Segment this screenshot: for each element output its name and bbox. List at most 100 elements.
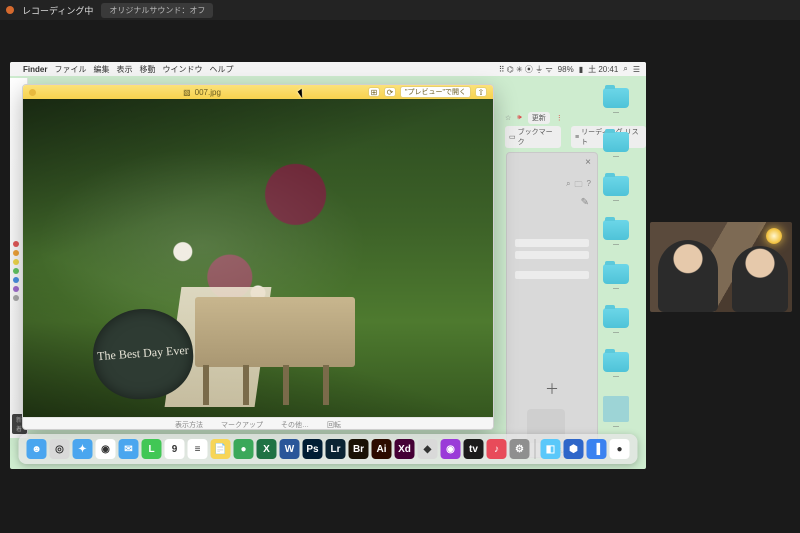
open-with-button[interactable]: "プレビュー"で開く bbox=[400, 86, 471, 98]
webcam-panel[interactable] bbox=[650, 222, 792, 312]
dock-excel-icon[interactable]: X bbox=[257, 439, 277, 459]
tag-green-icon[interactable] bbox=[13, 268, 19, 274]
menu-view[interactable]: 表示 bbox=[116, 64, 132, 75]
footer-item[interactable]: マークアップ bbox=[221, 420, 263, 430]
recording-indicator-icon bbox=[6, 6, 14, 14]
folder-icon bbox=[603, 352, 629, 372]
grid-icon[interactable]: ⊞ bbox=[368, 87, 380, 97]
menu-go[interactable]: 移動 bbox=[139, 64, 155, 75]
dock-dropbox-icon[interactable]: ⬢ bbox=[564, 439, 584, 459]
desktop-folder[interactable]: — bbox=[594, 132, 638, 160]
recording-label: レコーディング中 bbox=[22, 4, 93, 17]
spotlight-icon[interactable]: ⌕ bbox=[623, 64, 627, 74]
dock: ☻◎✦◉✉L9≡📄●XWPsLrBrAiXd◆◉tv♪⚙◧⬢▐● bbox=[19, 434, 638, 464]
search-icon[interactable]: ⌕ bbox=[566, 179, 570, 193]
image-icon: ▧ bbox=[183, 88, 191, 97]
bookmark-tab[interactable]: ▭ ブックマーク bbox=[505, 126, 561, 148]
folder-icon[interactable]: 🗀 bbox=[575, 179, 583, 193]
tag-purple-icon[interactable] bbox=[13, 286, 19, 292]
participant-1 bbox=[658, 240, 718, 312]
speaker-icon[interactable]: 🕪 bbox=[517, 114, 521, 122]
participant-2 bbox=[732, 246, 788, 312]
close-icon[interactable]: × bbox=[585, 157, 591, 168]
help-icon[interactable]: ? bbox=[587, 179, 591, 193]
battery-icon: ▮ bbox=[579, 65, 583, 74]
rotate-icon[interactable]: ⟳ bbox=[384, 87, 396, 97]
dock-launchpad-icon[interactable]: ◎ bbox=[50, 439, 70, 459]
more-icon[interactable]: ⋮ bbox=[556, 114, 563, 122]
folder-icon bbox=[603, 88, 629, 108]
menu-help[interactable]: ヘルプ bbox=[209, 64, 233, 75]
dock-safari-icon[interactable]: ✦ bbox=[73, 439, 93, 459]
control-center-icon[interactable]: ☰ bbox=[633, 65, 640, 74]
dock-finder-icon[interactable]: ☻ bbox=[27, 439, 47, 459]
folder-icon bbox=[603, 308, 629, 328]
menu-file[interactable]: ファイル bbox=[54, 64, 86, 75]
desktop-folder[interactable]: — bbox=[594, 88, 638, 116]
folder-icon bbox=[603, 264, 629, 284]
desktop-folder[interactable]: — bbox=[594, 264, 638, 292]
dock-app2-icon[interactable]: ◆ bbox=[418, 439, 438, 459]
clock: 土 20:41 bbox=[588, 64, 618, 75]
share-icon[interactable]: ⇧ bbox=[475, 87, 487, 97]
desktop-folders: — — — — — — — — bbox=[594, 88, 638, 430]
bookmark-star-icon[interactable]: ☆ bbox=[505, 114, 511, 122]
dock-photoshop-icon[interactable]: Ps bbox=[303, 439, 323, 459]
image-thumb-icon bbox=[603, 396, 629, 422]
dock-lightroom-icon[interactable]: Lr bbox=[326, 439, 346, 459]
edit-icon[interactable]: ✎ bbox=[581, 197, 589, 208]
dock-music-icon[interactable]: ♪ bbox=[487, 439, 507, 459]
dock-mail-icon[interactable]: ✉ bbox=[119, 439, 139, 459]
lamp-icon bbox=[766, 228, 782, 244]
menubar-app-name[interactable]: Finder bbox=[23, 65, 47, 74]
mac-menubar: Finder ファイル 編集 表示 移動 ウインドウ ヘルプ ⠿ ⌬ ✳ ⦿ ⏚… bbox=[10, 62, 646, 76]
desktop-folder[interactable]: — bbox=[594, 352, 638, 380]
quicklook-window: ▧ 007.jpg ⊞ ⟳ "プレビュー"で開く ⇧ The Best Day … bbox=[22, 84, 494, 430]
dock-podcasts-icon[interactable]: ◉ bbox=[441, 439, 461, 459]
quicklook-titlebar[interactable]: ▧ 007.jpg ⊞ ⟳ "プレビュー"で開く ⇧ bbox=[23, 85, 493, 99]
desktop-folder[interactable]: — bbox=[594, 176, 638, 204]
dock-line-icon[interactable]: L bbox=[142, 439, 162, 459]
quicklook-footer: 表示方法 マークアップ その他… 回転 bbox=[23, 417, 493, 430]
desktop-thumb[interactable]: — bbox=[594, 396, 638, 430]
meeting-top-bar: レコーディング中 オリジナルサウンド：オフ bbox=[0, 0, 800, 20]
add-button[interactable]: ＋ bbox=[545, 379, 559, 399]
dock-reminders-icon[interactable]: ≡ bbox=[188, 439, 208, 459]
browser-toolbar-fragment: ☆ 🕪 更新 ⋮ bbox=[505, 112, 597, 124]
dock-settings-icon[interactable]: ⚙ bbox=[510, 439, 530, 459]
dock-xd-icon[interactable]: Xd bbox=[395, 439, 415, 459]
footer-item[interactable]: その他… bbox=[281, 420, 309, 430]
dock-zoom-icon[interactable]: ▐ bbox=[587, 439, 607, 459]
original-sound-toggle[interactable]: オリジナルサウンド：オフ bbox=[101, 3, 213, 18]
window-close-icon[interactable] bbox=[29, 89, 36, 96]
dock-app-icon[interactable]: ● bbox=[234, 439, 254, 459]
dock-chrome-icon[interactable]: ◉ bbox=[96, 439, 116, 459]
menu-window[interactable]: ウインドウ bbox=[162, 64, 202, 75]
refresh-button[interactable]: 更新 bbox=[528, 112, 550, 124]
dock-bridge-icon[interactable]: Br bbox=[349, 439, 369, 459]
dock-app3-icon[interactable]: ◧ bbox=[541, 439, 561, 459]
battery-percent: 98% bbox=[558, 65, 574, 74]
tag-red-icon[interactable] bbox=[13, 241, 19, 247]
status-icons[interactable]: ⠿ ⌬ ✳ ⦿ ⏚ ᯤ bbox=[499, 64, 553, 75]
folder-icon bbox=[603, 220, 629, 240]
desktop-folder[interactable]: — bbox=[594, 308, 638, 336]
tag-yellow-icon[interactable] bbox=[13, 259, 19, 265]
image-table bbox=[195, 297, 355, 367]
dock-tv-icon[interactable]: tv bbox=[464, 439, 484, 459]
dock-notes-icon[interactable]: 📄 bbox=[211, 439, 231, 459]
desktop-folder[interactable]: — bbox=[594, 220, 638, 248]
footer-item[interactable]: 回転 bbox=[327, 420, 341, 430]
tag-gray-icon[interactable] bbox=[13, 295, 19, 301]
dock-word-icon[interactable]: W bbox=[280, 439, 300, 459]
tag-blue-icon[interactable] bbox=[13, 277, 19, 283]
folder-icon bbox=[603, 132, 629, 152]
dock-illustrator-icon[interactable]: Ai bbox=[372, 439, 392, 459]
dock-app4-icon[interactable]: ● bbox=[610, 439, 630, 459]
quicklook-image: The Best Day Ever bbox=[23, 99, 493, 417]
footer-item[interactable]: 表示方法 bbox=[175, 420, 203, 430]
quicklook-filename: 007.jpg bbox=[195, 88, 221, 97]
menu-edit[interactable]: 編集 bbox=[93, 64, 109, 75]
tag-orange-icon[interactable] bbox=[13, 250, 19, 256]
dock-calendar-icon[interactable]: 9 bbox=[165, 439, 185, 459]
